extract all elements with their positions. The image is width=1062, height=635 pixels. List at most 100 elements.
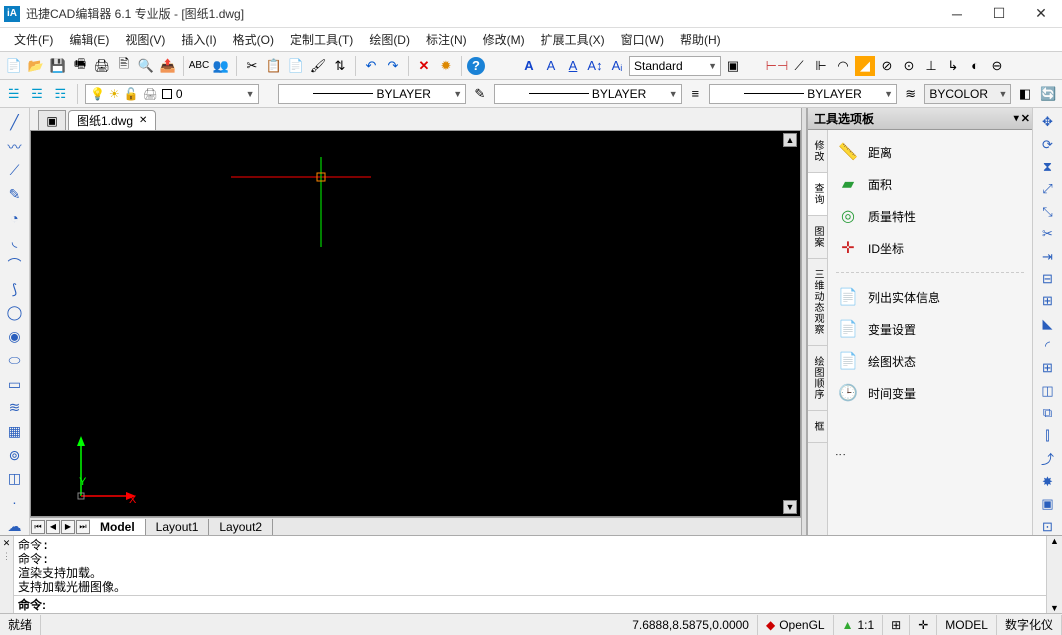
menu-help[interactable]: 帮助(H): [674, 29, 727, 50]
rotate-icon[interactable]: ⟳: [1038, 136, 1058, 152]
preview-icon[interactable]: 🖹: [114, 56, 134, 76]
scroll-down-icon[interactable]: ▼: [783, 500, 797, 514]
dim-baseline-icon[interactable]: ⊥: [921, 56, 941, 76]
layer-manager-icon[interactable]: ☱: [4, 84, 23, 104]
dim-leader-icon[interactable]: ◐: [965, 56, 985, 76]
menu-edit[interactable]: 编辑(E): [63, 29, 115, 50]
align-icon[interactable]: ⫿: [1038, 427, 1058, 443]
close-tab-icon[interactable]: ✕: [139, 115, 147, 126]
linetype-tool-icon[interactable]: ✎: [470, 84, 489, 104]
cmd-scroll-down-icon[interactable]: ▼: [1047, 603, 1062, 613]
layer-previous-icon[interactable]: ☶: [51, 84, 70, 104]
palette-item-time[interactable]: 🕒 时间变量: [834, 377, 1026, 409]
donut-tool-icon[interactable]: ◉: [5, 328, 25, 346]
color-cycle-icon[interactable]: 🔄: [1039, 84, 1058, 104]
lineweight-tool-icon[interactable]: ≡: [686, 84, 705, 104]
layout-1[interactable]: Layout1: [146, 519, 210, 535]
menu-modify[interactable]: 修改(M): [477, 29, 531, 50]
line-tool-icon[interactable]: ╱: [5, 114, 25, 132]
cmd-scroll-up-icon[interactable]: ▲: [1047, 536, 1062, 546]
cmd-close-icon[interactable]: ✕: [3, 538, 11, 549]
scale-icon[interactable]: ⤢: [1038, 181, 1058, 197]
vtab-draworder[interactable]: 绘图顺序: [808, 346, 827, 411]
dim-radius-icon[interactable]: ⊘: [877, 56, 897, 76]
erase-icon[interactable]: ✕: [414, 56, 434, 76]
point-tool-icon[interactable]: ·: [5, 494, 25, 512]
palette-item-list[interactable]: 📄 列出实体信息: [834, 281, 1026, 313]
color-swatch-icon[interactable]: ◧: [1015, 84, 1034, 104]
palette-more-icon[interactable]: ⋮: [834, 449, 847, 460]
menu-file[interactable]: 文件(F): [8, 29, 59, 50]
help-icon[interactable]: ?: [467, 57, 485, 75]
tab-first-icon[interactable]: ⏮: [31, 520, 45, 534]
break-icon[interactable]: ⊟: [1038, 271, 1058, 287]
vtab-pattern[interactable]: 图案: [808, 216, 827, 259]
cut-icon[interactable]: ✂: [242, 56, 262, 76]
menu-custom-tools[interactable]: 定制工具(T): [284, 29, 359, 50]
unknown-toggle-icon[interactable]: ▣: [723, 56, 743, 76]
saveall-icon[interactable]: 🖷: [70, 56, 90, 76]
ellipse-arc-icon[interactable]: ◔: [5, 209, 25, 227]
layer-combo[interactable]: 💡 ☀ 🔓 🖨 0 ▼: [85, 84, 259, 104]
hatch-tool-icon[interactable]: ▦: [5, 423, 25, 441]
explode2-icon[interactable]: ✸: [1038, 474, 1058, 490]
panel-menu-icon[interactable]: ▾: [1014, 113, 1019, 124]
region-icon[interactable]: ▣: [1038, 496, 1058, 512]
stretch-icon[interactable]: ⤡: [1038, 204, 1058, 220]
freehand-tool-icon[interactable]: ✎: [5, 185, 25, 203]
cmd-grip-icon[interactable]: ⋮: [2, 551, 11, 562]
palette-item-area[interactable]: ▰ 面积: [834, 168, 1026, 200]
file-tab[interactable]: 图纸1.dwg ✕: [68, 110, 156, 130]
menu-draw[interactable]: 绘图(D): [363, 29, 416, 50]
move-icon[interactable]: ✥: [1038, 114, 1058, 130]
menu-insert[interactable]: 插入(I): [175, 29, 222, 50]
text-style-icon[interactable]: Aᵢ: [607, 56, 627, 76]
palette-item-distance[interactable]: 📏 距离: [834, 136, 1026, 168]
text-a1-icon[interactable]: A: [519, 56, 539, 76]
block-tool-icon[interactable]: ◫: [5, 470, 25, 488]
people-icon[interactable]: 👥: [211, 56, 231, 76]
spline-tool-icon[interactable]: 〰: [5, 138, 25, 156]
circle-tool-icon[interactable]: ◯: [5, 304, 25, 322]
trim-icon[interactable]: ✂: [1038, 226, 1058, 242]
linetype-scale-icon[interactable]: ≋: [901, 84, 920, 104]
dim-linear-icon[interactable]: ⊢⊣: [767, 56, 787, 76]
revcloud-tool-icon[interactable]: ☁: [5, 517, 25, 535]
status-model[interactable]: MODEL: [937, 615, 997, 635]
undo-icon[interactable]: ↶: [361, 56, 381, 76]
status-digitizer[interactable]: 数字化仪: [997, 615, 1062, 635]
menu-view[interactable]: 视图(V): [119, 29, 171, 50]
edit-pline-icon[interactable]: ⤴: [1038, 450, 1058, 468]
mirror-icon[interactable]: ⧗: [1038, 159, 1058, 175]
menu-dimension[interactable]: 标注(N): [420, 29, 473, 50]
dim-arc-icon[interactable]: ◠: [833, 56, 853, 76]
command-input-row[interactable]: 命令:: [14, 595, 1046, 613]
send-icon[interactable]: 📤: [158, 56, 178, 76]
dim-ordinate-icon[interactable]: ↳: [943, 56, 963, 76]
layer-states-icon[interactable]: ☲: [27, 84, 46, 104]
dim-continue-icon[interactable]: ⊩: [811, 56, 831, 76]
palette-item-massprops[interactable]: ◎ 质量特性: [834, 200, 1026, 232]
dim-angular-icon[interactable]: ◢: [855, 56, 875, 76]
tab-pin[interactable]: ▣: [38, 110, 66, 130]
copy-icon[interactable]: 📋: [264, 56, 284, 76]
find-icon[interactable]: 🔍: [136, 56, 156, 76]
layout-2[interactable]: Layout2: [209, 519, 273, 535]
offset-icon[interactable]: ◫: [1038, 383, 1058, 399]
menu-window[interactable]: 窗口(W): [615, 29, 670, 50]
arc2-tool-icon[interactable]: ⌒: [5, 256, 25, 274]
new-icon[interactable]: 📄: [4, 56, 24, 76]
drawing-canvas[interactable]: Y X ▲ ▼: [30, 130, 801, 517]
status-opengl[interactable]: ◆OpenGL: [758, 615, 834, 635]
copy2-icon[interactable]: ⧉: [1038, 405, 1058, 421]
vtab-3dorbit[interactable]: 三维动态观察: [808, 259, 827, 346]
linetype1-combo[interactable]: BYLAYER▼: [278, 84, 466, 104]
arc3-tool-icon[interactable]: ⟆: [5, 280, 25, 298]
extend-icon[interactable]: ⇥: [1038, 248, 1058, 264]
layers-tool-icon[interactable]: ≋: [5, 399, 25, 417]
text-a3-icon[interactable]: A: [563, 56, 583, 76]
status-scale[interactable]: ▲1:1: [834, 615, 884, 635]
chamfer-icon[interactable]: ◣: [1038, 316, 1058, 332]
polyline-tool-icon[interactable]: ⟋: [5, 162, 25, 180]
bycolor-combo[interactable]: BYCOLOR▼: [924, 84, 1011, 104]
